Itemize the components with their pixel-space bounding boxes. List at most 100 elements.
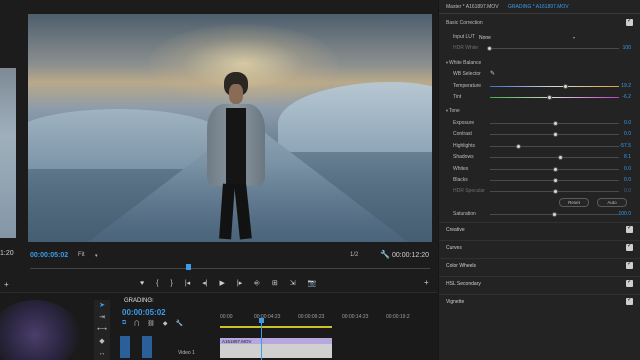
person-leg-right (234, 183, 252, 240)
razor-icon[interactable]: ◆ (94, 336, 110, 348)
tint-value[interactable]: -6.2 (622, 94, 631, 100)
vignette-checkbox[interactable] (626, 296, 633, 305)
chevron-down-icon[interactable]: ▾ (95, 253, 98, 259)
blacks-row: Blacks 0.0 (439, 175, 640, 185)
scrubber-track[interactable] (30, 268, 430, 269)
tab-sequence[interactable]: GRADING (124, 298, 152, 304)
wrench-icon[interactable]: 🔧 (175, 320, 182, 327)
hsl-secondary-checkbox[interactable] (626, 278, 633, 287)
hdr-white-thumb[interactable] (487, 46, 492, 51)
wrench-icon[interactable]: 🔧 (380, 250, 390, 259)
highlights-label: Highlights (453, 142, 475, 149)
resolution-select[interactable]: 1/2 (350, 252, 358, 258)
creative-checkbox[interactable] (626, 224, 633, 233)
eyedropper-icon[interactable]: ✎ (490, 70, 495, 77)
color-wheels-checkbox[interactable] (626, 260, 633, 269)
tint-thumb[interactable] (547, 95, 552, 100)
whites-label: Whites (453, 165, 469, 172)
linked-selection-icon[interactable]: ⛓ (147, 320, 155, 327)
add-marker-icon[interactable]: ♥ (140, 278, 144, 290)
highlights-value[interactable]: -57.5 (620, 143, 631, 149)
source-patch-v1[interactable] (120, 336, 130, 358)
play-icon[interactable]: ▶ (220, 278, 225, 290)
nest-icon[interactable]: ⧉ (122, 320, 126, 327)
step-forward-icon[interactable]: |▸ (237, 278, 242, 290)
tone-header[interactable]: ▼ Tone (439, 106, 640, 116)
basic-correction-checkbox[interactable] (626, 17, 633, 26)
hdr-specular-value[interactable]: 0.0 (624, 188, 631, 194)
monitor-scrubber[interactable] (30, 264, 430, 272)
chevron-down-icon[interactable]: ▾ (573, 35, 575, 40)
input-lut-select[interactable]: None (479, 35, 491, 41)
section-creative[interactable]: Creative (439, 222, 640, 236)
exposure-value[interactable]: 0.0 (624, 120, 631, 126)
add-button-icon[interactable]: + (424, 278, 429, 287)
insert-icon[interactable]: ⊞ (272, 278, 278, 290)
overwrite-icon[interactable]: ⇲ (290, 278, 296, 290)
wb-selector-row: WB Selector (439, 69, 640, 79)
hdr-white-value[interactable]: 100 (623, 45, 631, 51)
track-header-v1: Video 1 (120, 336, 208, 360)
exposure-label: Exposure (453, 120, 475, 126)
section-vignette[interactable]: Vignette (439, 294, 640, 308)
time-ruler[interactable]: 00:00 00:00:04:23 00:00:09:23 00:00:14:2… (220, 314, 438, 324)
sequence-clip-label[interactable]: GRADING * A161897.MOV (508, 4, 569, 10)
exposure-thumb[interactable] (552, 121, 558, 126)
timeline-playhead-line[interactable] (261, 318, 262, 360)
marker-icon[interactable]: ◆ (163, 320, 168, 327)
shadows-thumb[interactable] (557, 155, 563, 161)
track-select-icon[interactable]: ⇥ (94, 312, 110, 324)
mark-out-icon[interactable]: } (171, 278, 173, 290)
highlights-row: Highlights -57.5 (439, 141, 640, 151)
contrast-value[interactable]: 0.0 (624, 131, 631, 137)
curves-checkbox[interactable] (626, 242, 633, 251)
step-back-icon[interactable]: ◂| (202, 278, 207, 290)
source-monitor-preview (0, 68, 16, 238)
shadows-track[interactable] (490, 157, 619, 159)
white-balance-header[interactable]: ▼ White Balance (439, 58, 640, 68)
section-color-wheels[interactable]: Color Wheels (439, 258, 640, 272)
video-clip[interactable]: A161897.MOV (220, 338, 332, 358)
highlights-track[interactable] (490, 145, 619, 147)
section-hsl-secondary[interactable]: HSL Secondary (439, 276, 640, 290)
ripple-edit-icon[interactable]: ⟷ (94, 324, 110, 336)
snap-icon[interactable]: ⋂ (134, 320, 139, 327)
whites-value[interactable]: 0.0 (624, 166, 631, 172)
contrast-row: Contrast 0.0 (439, 129, 640, 139)
timeline-toolbar: ⧉ ⋂ ⛓ ◆ 🔧 (122, 320, 183, 327)
blacks-value[interactable]: 0.0 (624, 177, 631, 183)
tab-menu-icon[interactable]: ≡ (150, 298, 154, 304)
reset-button[interactable]: Reset (559, 198, 589, 207)
playhead-timecode[interactable]: 00:00:05:02 (30, 252, 68, 259)
slip-icon[interactable]: ↔ (94, 348, 110, 360)
track-target-v1[interactable] (142, 336, 152, 358)
temperature-thumb[interactable] (563, 84, 568, 89)
tint-track[interactable] (490, 97, 619, 98)
go-to-out-icon[interactable]: ⎆ (254, 278, 260, 290)
scrubber-playhead[interactable] (186, 264, 191, 270)
selection-tool-icon[interactable]: ➤ (94, 300, 110, 312)
master-clip-label[interactable]: Master * A161897.MOV (446, 4, 499, 10)
input-lut-row: Input LUT (439, 32, 640, 42)
work-area-bar[interactable] (220, 326, 332, 328)
temperature-track[interactable] (490, 86, 619, 87)
temperature-value[interactable]: 19.2 (621, 83, 631, 89)
contrast-thumb[interactable] (552, 132, 558, 138)
timeline-timecode[interactable]: 00:00:05:02 (122, 308, 166, 317)
hdr-specular-thumb[interactable] (552, 189, 558, 195)
blacks-thumb[interactable] (552, 178, 558, 183)
saturation-thumb[interactable] (552, 212, 557, 217)
shadows-value[interactable]: 8.1 (624, 154, 631, 160)
highlights-thumb[interactable] (516, 143, 522, 149)
auto-button[interactable]: Auto (597, 198, 627, 207)
hdr-white-track[interactable] (490, 48, 619, 49)
section-curves[interactable]: Curves (439, 240, 640, 254)
whites-thumb[interactable] (552, 166, 558, 172)
camera-icon[interactable]: 📷 (308, 278, 317, 290)
go-to-in-icon[interactable]: |◂ (185, 278, 190, 290)
add-button-icon[interactable]: + (4, 280, 9, 289)
basic-correction-header[interactable]: Basic Correction (439, 17, 640, 28)
zoom-select[interactable]: Fit (78, 252, 85, 258)
saturation-value[interactable]: 100.0 (618, 211, 631, 217)
mark-in-icon[interactable]: { (156, 278, 158, 290)
